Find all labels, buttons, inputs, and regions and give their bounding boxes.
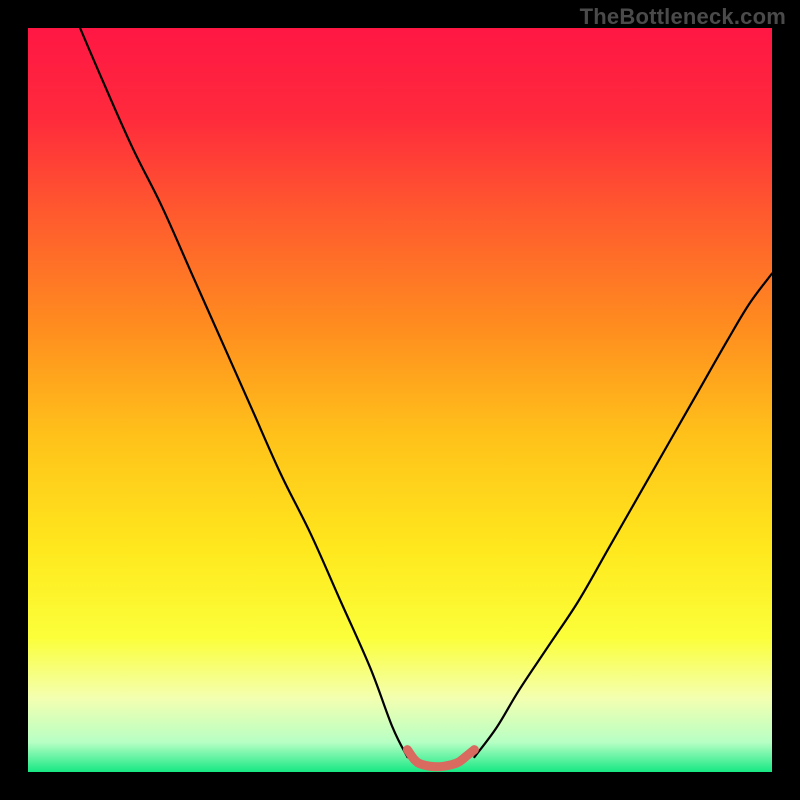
watermark-label: TheBottleneck.com bbox=[580, 4, 786, 30]
bottleneck-curve-chart bbox=[0, 0, 800, 800]
chart-frame: TheBottleneck.com bbox=[0, 0, 800, 800]
plot-background bbox=[28, 28, 772, 772]
